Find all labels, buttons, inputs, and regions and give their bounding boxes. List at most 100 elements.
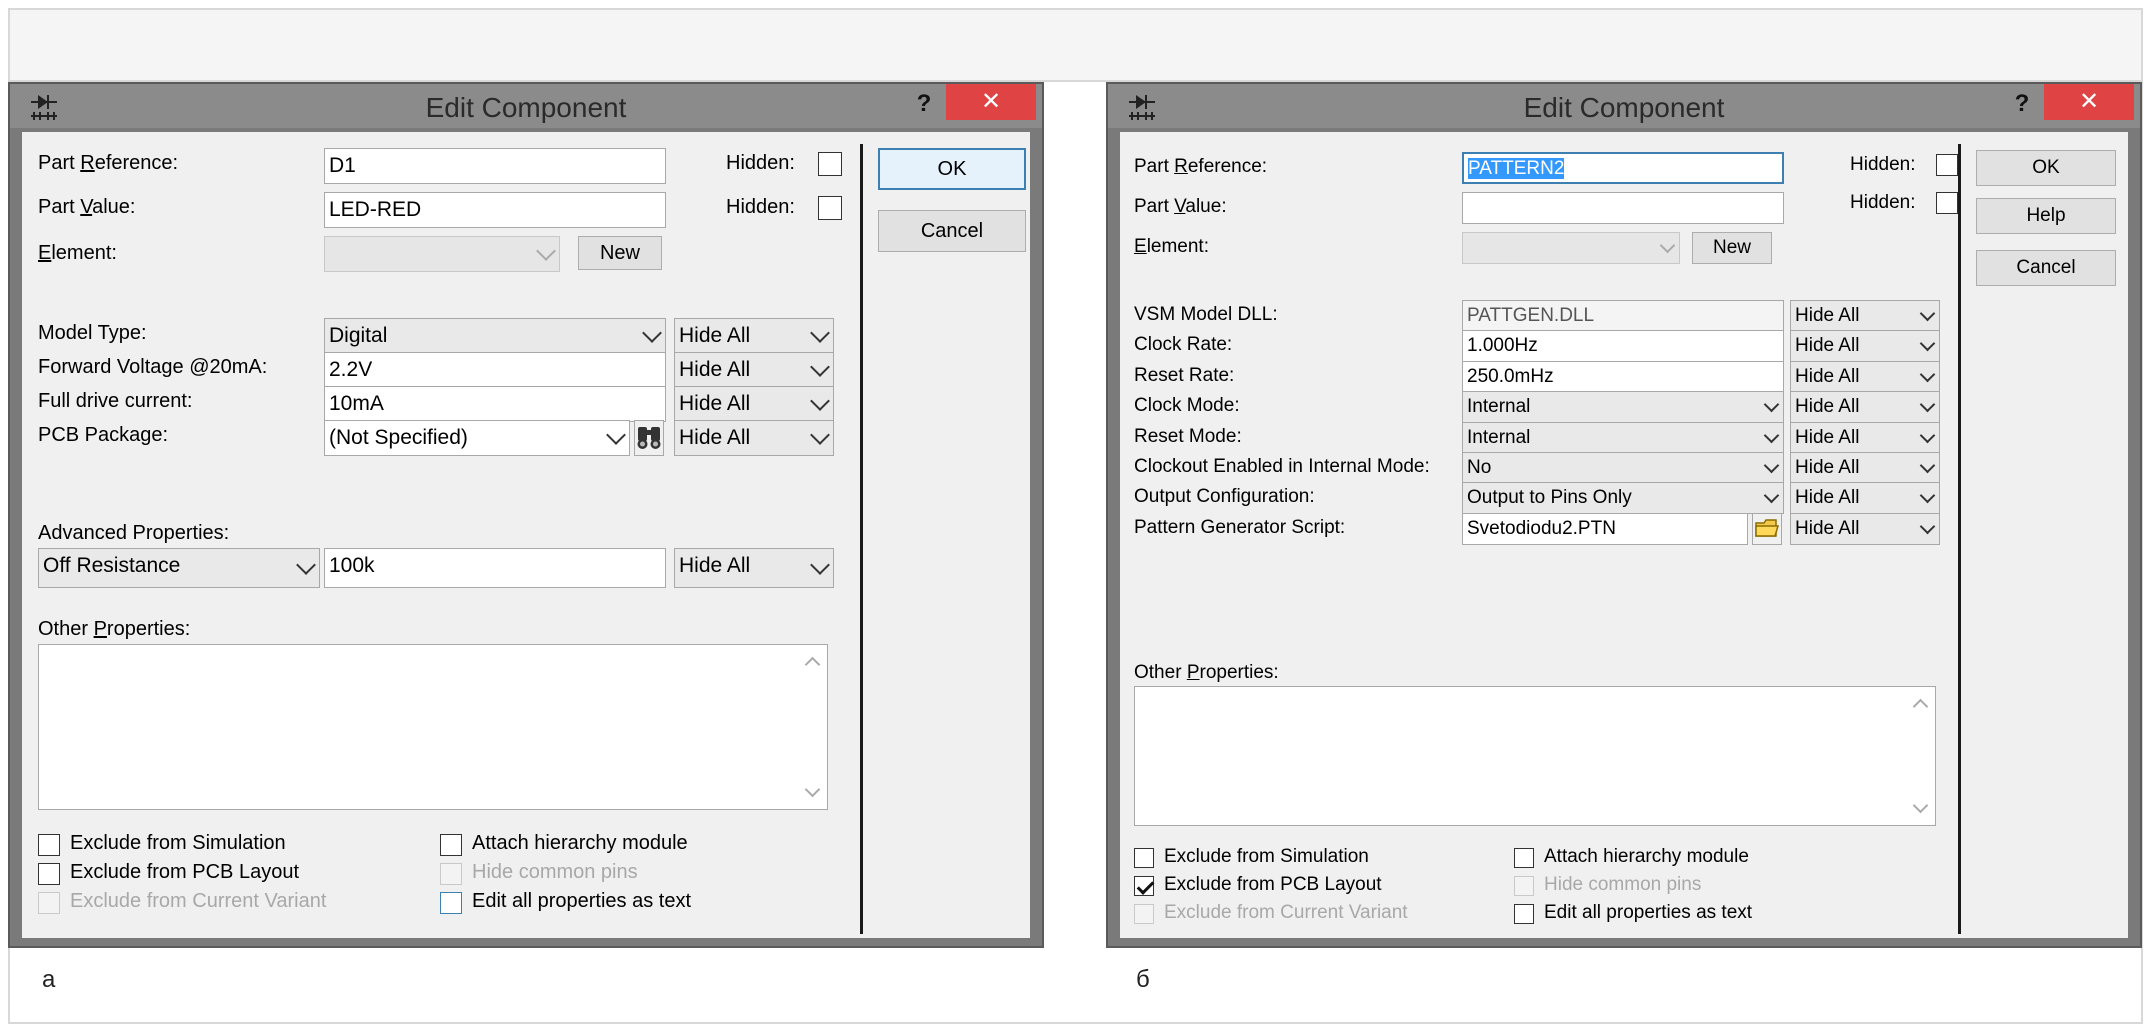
property-value-combo[interactable]: No (1462, 452, 1784, 484)
other-properties-label: Other Properties: (1134, 662, 1279, 683)
chevron-down-icon (1919, 488, 1936, 504)
chevron-down-icon (1763, 396, 1780, 413)
part-value-input[interactable] (1462, 192, 1784, 224)
part-reference-input[interactable]: PATTERN2 (1462, 152, 1784, 184)
part-reference-input[interactable]: D1 (324, 148, 666, 184)
hidden-checkbox-1[interactable] (1936, 154, 1958, 176)
property-value-input[interactable]: Svetodiodu2.PTN (1462, 512, 1748, 545)
binoculars-icon[interactable] (634, 420, 664, 456)
exclude-pcb-checkbox[interactable] (38, 863, 60, 885)
hide-common-pins-checkbox[interactable] (440, 863, 462, 885)
hidden-label-2: Hidden: (1850, 192, 1916, 213)
property-label: Pattern Generator Script: (1134, 516, 1346, 538)
visibility-combo[interactable]: Hide All (1790, 512, 1940, 545)
exclude-variant-checkbox[interactable] (1134, 904, 1154, 924)
chevron-down-icon (810, 425, 830, 445)
scroll-up-icon[interactable] (804, 656, 821, 673)
visibility-combo[interactable]: Hide All (1790, 391, 1940, 424)
scrollbar[interactable] (1907, 687, 1935, 825)
property-value-combo[interactable]: Digital (324, 318, 666, 354)
close-icon[interactable]: ✕ (2044, 84, 2134, 120)
property-value-input[interactable]: 250.0mHz (1462, 360, 1784, 393)
chevron-down-icon (810, 357, 830, 377)
ok-button[interactable]: OK (1976, 150, 2116, 186)
exclude-simulation-checkbox[interactable] (38, 834, 60, 856)
property-value-input[interactable]: 10mA (324, 386, 666, 422)
hidden-checkbox-2[interactable] (818, 196, 842, 220)
visibility-value: Hide All (1795, 396, 1860, 418)
scrollbar[interactable] (799, 645, 827, 809)
new-element-button[interactable]: New (578, 236, 662, 270)
other-properties-textarea[interactable] (1134, 686, 1936, 826)
attach-hierarchy-label: Attach hierarchy module (472, 832, 688, 854)
visibility-value: Hide All (679, 392, 751, 415)
advanced-property-value[interactable]: 100k (324, 548, 666, 588)
advanced-properties-label: Advanced Properties: (38, 522, 230, 544)
element-label: Element: (1134, 236, 1209, 257)
edit-as-text-checkbox[interactable] (440, 892, 462, 914)
property-value-combo[interactable]: (Not Specified) (324, 420, 630, 456)
property-value-combo[interactable]: Internal (1462, 391, 1784, 424)
title-bar[interactable]: Edit Component ? ✕ (1108, 84, 2140, 128)
hidden-checkbox-1[interactable] (818, 152, 842, 176)
panel-label-a: а (42, 966, 56, 993)
property-value-combo[interactable]: Internal (1462, 421, 1784, 454)
element-combo[interactable] (1462, 232, 1680, 264)
visibility-value: Hide All (679, 358, 751, 381)
edit-component-dialog-left: Edit Component ? ✕ Part Reference: D1 Hi… (8, 82, 1044, 948)
exclude-simulation-checkbox[interactable] (1134, 848, 1154, 868)
exclude-variant-checkbox[interactable] (38, 892, 60, 914)
visibility-combo[interactable]: Hide All (674, 420, 834, 456)
visibility-combo[interactable]: Hide All (674, 318, 834, 354)
visibility-combo[interactable]: Hide All (1790, 330, 1940, 363)
edit-as-text-checkbox[interactable] (1514, 904, 1534, 924)
property-value-input[interactable]: 2.2V (324, 352, 666, 388)
advanced-visibility-combo[interactable]: Hide All (674, 548, 834, 588)
visibility-combo[interactable]: Hide All (1790, 482, 1940, 515)
visibility-combo[interactable]: Hide All (674, 386, 834, 422)
hidden-checkbox-2[interactable] (1936, 192, 1958, 214)
exclude-simulation-label: Exclude from Simulation (1164, 846, 1369, 867)
exclude-pcb-checkbox[interactable] (1134, 876, 1154, 896)
cancel-button[interactable]: Cancel (878, 210, 1026, 252)
attach-hierarchy-checkbox[interactable] (440, 834, 462, 856)
cancel-button[interactable]: Cancel (1976, 250, 2116, 286)
hide-common-pins-label: Hide common pins (1544, 874, 1702, 895)
part-reference-label: Part Reference: (38, 152, 179, 174)
part-value-input[interactable]: LED-RED (324, 192, 666, 228)
element-combo[interactable] (324, 236, 560, 272)
scroll-down-icon[interactable] (1912, 797, 1929, 814)
visibility-combo[interactable]: Hide All (674, 352, 834, 388)
visibility-combo[interactable]: Hide All (1790, 300, 1940, 332)
visibility-combo[interactable]: Hide All (1790, 360, 1940, 393)
property-label: Reset Mode: (1134, 425, 1242, 447)
scroll-up-icon[interactable] (1912, 698, 1929, 715)
property-value-text: No (1467, 457, 1492, 478)
visibility-value: Hide All (1795, 517, 1860, 539)
hide-common-pins-checkbox[interactable] (1514, 876, 1534, 896)
visibility-combo[interactable]: Hide All (1790, 421, 1940, 454)
property-value-input[interactable]: PATTGEN.DLL (1462, 300, 1784, 332)
property-label: Forward Voltage @20mA: (38, 356, 268, 378)
help-icon[interactable]: ? (906, 86, 942, 122)
property-label: Clock Mode: (1134, 395, 1240, 417)
property-value-input[interactable]: 1.000Hz (1462, 330, 1784, 363)
new-element-button[interactable]: New (1692, 232, 1772, 264)
help-button[interactable]: Help (1976, 198, 2116, 234)
scroll-down-icon[interactable] (804, 781, 821, 798)
visibility-combo[interactable]: Hide All (1790, 452, 1940, 484)
property-value-combo[interactable]: Output to Pins Only (1462, 482, 1784, 515)
help-icon[interactable]: ? (2004, 86, 2040, 122)
title-bar[interactable]: Edit Component ? ✕ (10, 84, 1042, 128)
advanced-property-combo[interactable]: Off Resistance (38, 548, 320, 588)
chevron-down-icon (1919, 427, 1936, 443)
attach-hierarchy-checkbox[interactable] (1514, 848, 1534, 868)
exclude-pcb-label: Exclude from PCB Layout (1164, 874, 1382, 895)
chevron-down-icon (1919, 305, 1936, 322)
ok-button[interactable]: OK (878, 148, 1026, 190)
close-icon[interactable]: ✕ (946, 84, 1036, 120)
other-properties-textarea[interactable] (38, 644, 828, 810)
browse-folder-icon[interactable] (1752, 512, 1782, 545)
chevron-down-icon (810, 391, 830, 411)
visibility-value: Hide All (1795, 426, 1860, 448)
